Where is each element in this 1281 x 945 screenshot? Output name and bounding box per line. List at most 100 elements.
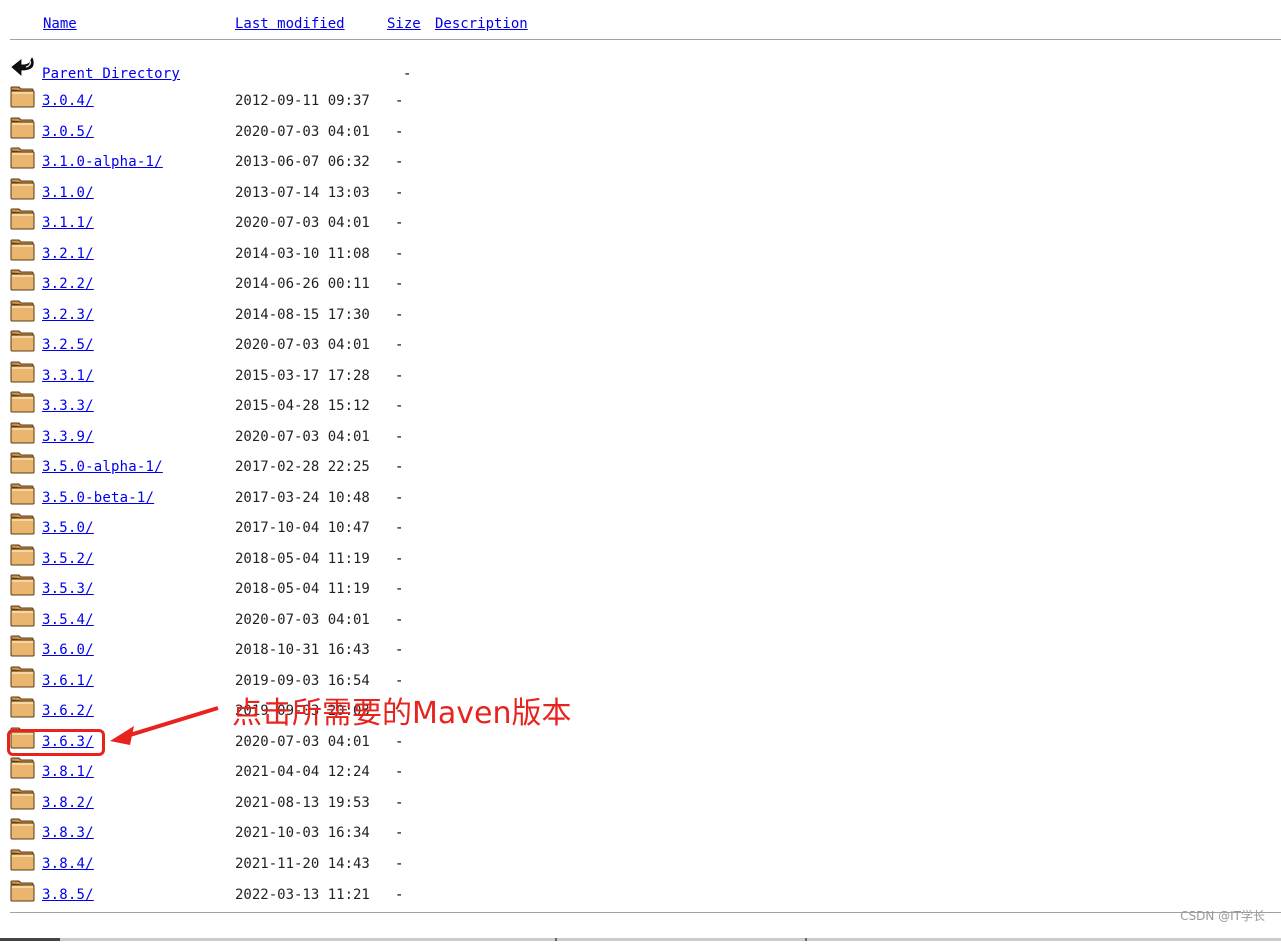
size-value: - <box>395 368 404 384</box>
folder-icon <box>10 178 36 200</box>
listing-row: 3.8.5/2022-03-13 11:21 - <box>0 880 700 908</box>
column-header-name[interactable]: Name <box>43 15 77 33</box>
listing-row: 3.2.5/2020-07-03 04:01 - <box>0 330 700 358</box>
size-value: - <box>395 490 404 506</box>
parent-size: - <box>403 66 412 82</box>
watermark: CSDN @IT学长 <box>1180 909 1265 923</box>
back-arrow-icon <box>10 55 36 77</box>
size-value: - <box>395 276 404 292</box>
size-value: - <box>395 398 404 414</box>
folder-icon <box>10 544 36 566</box>
last-modified-value: 2021-11-20 14:43 <box>235 856 370 872</box>
folder-link[interactable]: 3.2.5/ <box>42 336 94 354</box>
bottom-divider <box>10 912 1281 913</box>
last-modified-value: 2020-07-03 04:01 <box>235 612 370 628</box>
size-value: - <box>395 246 404 262</box>
folder-link[interactable]: 3.0.4/ <box>42 92 94 110</box>
listing-row: 3.8.4/2021-11-20 14:43 - <box>0 849 700 877</box>
folder-icon <box>10 361 36 383</box>
last-modified-value: 2022-03-13 11:21 <box>235 887 370 903</box>
size-value: - <box>395 215 404 231</box>
folder-icon <box>10 849 36 871</box>
last-modified-value: 2019-09-03 16:54 <box>235 673 370 689</box>
folder-link[interactable]: 3.5.0-beta-1/ <box>42 489 154 507</box>
last-modified-value: 2014-08-15 17:30 <box>235 307 370 323</box>
folder-link[interactable]: 3.3.3/ <box>42 397 94 415</box>
last-modified-value: 2014-06-26 00:11 <box>235 276 370 292</box>
folder-link[interactable]: 3.6.2/ <box>42 702 94 720</box>
last-modified-value: 2018-10-31 16:43 <box>235 642 370 658</box>
size-value: - <box>395 825 404 841</box>
listing-row: 3.1.1/2020-07-03 04:01 - <box>0 208 700 236</box>
last-modified-value: 2018-05-04 11:19 <box>235 551 370 567</box>
folder-link[interactable]: 3.3.1/ <box>42 367 94 385</box>
size-value: - <box>395 887 404 903</box>
folder-icon <box>10 483 36 505</box>
folder-link[interactable]: 3.5.3/ <box>42 580 94 598</box>
size-value: - <box>395 673 404 689</box>
column-header-size[interactable]: Size <box>387 15 421 33</box>
last-modified-value: 2017-02-28 22:25 <box>235 459 370 475</box>
folder-icon <box>10 330 36 352</box>
folder-icon <box>10 818 36 840</box>
folder-link[interactable]: 3.3.9/ <box>42 428 94 446</box>
folder-link[interactable]: 3.8.5/ <box>42 886 94 904</box>
listing-row: 3.3.3/2015-04-28 15:12 - <box>0 391 700 419</box>
folder-icon <box>10 452 36 474</box>
folder-link[interactable]: 3.1.0/ <box>42 184 94 202</box>
listing-row: 3.5.0-beta-1/2017-03-24 10:48 - <box>0 483 700 511</box>
size-value: - <box>395 154 404 170</box>
folder-link[interactable]: 3.1.0-alpha-1/ <box>42 153 163 171</box>
parent-directory-row: Parent Directory - <box>0 55 700 83</box>
listing-row: 3.1.0/2013-07-14 13:03 - <box>0 178 700 206</box>
folder-link[interactable]: 3.8.3/ <box>42 824 94 842</box>
folder-icon <box>10 117 36 139</box>
size-value: - <box>395 795 404 811</box>
parent-directory-link[interactable]: Parent Directory <box>42 65 180 83</box>
folder-link[interactable]: 3.6.0/ <box>42 641 94 659</box>
folder-link[interactable]: 3.8.4/ <box>42 855 94 873</box>
folder-link[interactable]: 3.8.1/ <box>42 763 94 781</box>
folder-link[interactable]: 3.2.2/ <box>42 275 94 293</box>
folder-link[interactable]: 3.2.1/ <box>42 245 94 263</box>
size-value: - <box>395 551 404 567</box>
column-header-last-modified[interactable]: Last modified <box>235 15 345 33</box>
last-modified-value: 2020-07-03 04:01 <box>235 124 370 140</box>
last-modified-value: 2020-07-03 04:01 <box>235 337 370 353</box>
folder-link[interactable]: 3.2.3/ <box>42 306 94 324</box>
folder-link[interactable]: 3.6.1/ <box>42 672 94 690</box>
listing-row: 3.5.2/2018-05-04 11:19 - <box>0 544 700 572</box>
folder-icon <box>10 635 36 657</box>
folder-icon <box>10 513 36 535</box>
folder-link[interactable]: 3.5.4/ <box>42 611 94 629</box>
listing-row: 3.2.3/2014-08-15 17:30 - <box>0 300 700 328</box>
listing-row: 3.8.1/2021-04-04 12:24 - <box>0 757 700 785</box>
folder-icon <box>10 666 36 688</box>
folder-link[interactable]: 3.0.5/ <box>42 123 94 141</box>
folder-link[interactable]: 3.8.2/ <box>42 794 94 812</box>
size-value: - <box>395 124 404 140</box>
folder-link[interactable]: 3.5.2/ <box>42 550 94 568</box>
last-modified-value: 2021-08-13 19:53 <box>235 795 370 811</box>
last-modified-value: 2015-03-17 17:28 <box>235 368 370 384</box>
folder-icon <box>10 696 36 718</box>
annotation-arrow-icon <box>110 706 219 745</box>
size-value: - <box>395 185 404 201</box>
annotation-text: 点击所需要的Maven版本 <box>232 696 572 731</box>
listing-row: 3.8.3/2021-10-03 16:34 - <box>0 818 700 846</box>
size-value: - <box>395 459 404 475</box>
listing-row: 3.3.1/2015-03-17 17:28 - <box>0 361 700 389</box>
last-modified-value: 2020-07-03 04:01 <box>235 215 370 231</box>
column-header-description[interactable]: Description <box>435 15 528 33</box>
size-value: - <box>395 642 404 658</box>
size-value: - <box>395 337 404 353</box>
folder-icon <box>10 391 36 413</box>
last-modified-value: 2018-05-04 11:19 <box>235 581 370 597</box>
folder-link[interactable]: 3.1.1/ <box>42 214 94 232</box>
folder-link[interactable]: 3.5.0/ <box>42 519 94 537</box>
size-value: - <box>395 581 404 597</box>
folder-link[interactable]: 3.5.0-alpha-1/ <box>42 458 163 476</box>
folder-icon <box>10 605 36 627</box>
last-modified-value: 2012-09-11 09:37 <box>235 93 370 109</box>
listing-row: 3.6.1/2019-09-03 16:54 - <box>0 666 700 694</box>
